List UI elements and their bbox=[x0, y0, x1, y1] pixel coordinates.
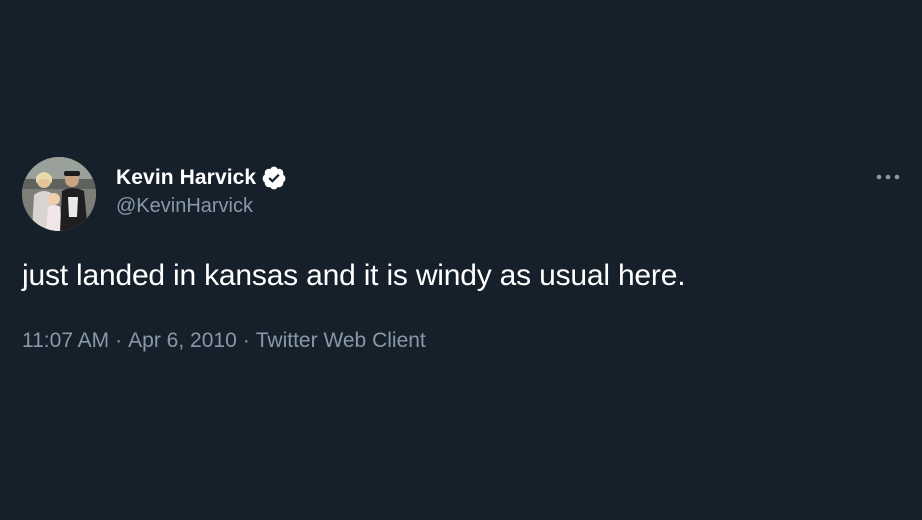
tweet-card: Kevin Harvick @KevinHarvick just landed … bbox=[0, 0, 922, 520]
meta-separator: · bbox=[242, 329, 250, 352]
author-name-row[interactable]: Kevin Harvick bbox=[116, 163, 287, 193]
avatar-photo bbox=[22, 157, 96, 231]
avatar[interactable] bbox=[22, 157, 96, 231]
tweet-time[interactable]: 11:07 AM bbox=[22, 329, 109, 352]
tweet-text: just landed in kansas and it is windy as… bbox=[22, 259, 686, 292]
more-options-button[interactable] bbox=[871, 168, 905, 186]
verified-badge-icon bbox=[261, 165, 287, 191]
meta-separator: · bbox=[115, 329, 123, 352]
tweet-metadata: 11:07 AM · Apr 6, 2010 · Twitter Web Client bbox=[22, 329, 426, 353]
more-options-icon bbox=[876, 174, 900, 180]
display-name[interactable]: Kevin Harvick bbox=[116, 166, 256, 190]
author-handle[interactable]: @KevinHarvick bbox=[116, 195, 253, 218]
tweet-client-link[interactable]: Twitter Web Client bbox=[256, 329, 426, 352]
tweet-date[interactable]: Apr 6, 2010 bbox=[128, 329, 237, 352]
